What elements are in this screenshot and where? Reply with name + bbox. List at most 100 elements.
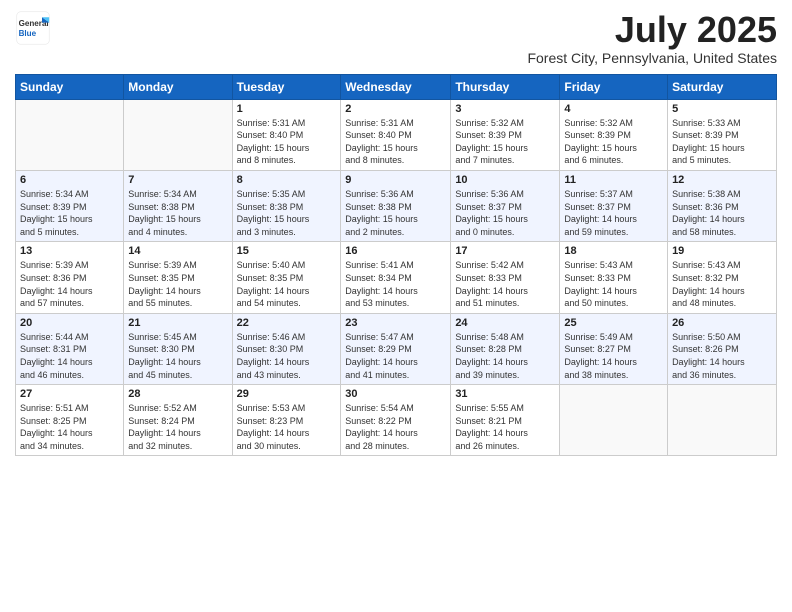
table-row: 3 Sunrise: 5:32 AM Sunset: 8:39 PM Daylig… — [451, 99, 560, 170]
table-row: 22 Sunrise: 5:46 AM Sunset: 8:30 PM Dayli… — [232, 313, 341, 384]
day-info: Sunrise: 5:48 AM Sunset: 8:28 PM Dayligh… — [455, 331, 555, 381]
header: General Blue July 2025 Forest City, Penn… — [15, 10, 777, 66]
day-info: Sunrise: 5:38 AM Sunset: 8:36 PM Dayligh… — [672, 188, 772, 238]
day-info: Sunrise: 5:55 AM Sunset: 8:21 PM Dayligh… — [455, 402, 555, 452]
table-row: 2 Sunrise: 5:31 AM Sunset: 8:40 PM Daylig… — [341, 99, 451, 170]
day-info: Sunrise: 5:53 AM Sunset: 8:23 PM Dayligh… — [237, 402, 337, 452]
table-row: 14Sunrise: 5:39 AM Sunset: 8:35 PM Dayli… — [124, 242, 232, 313]
day-number: 16 — [345, 245, 446, 257]
day-info: Sunrise: 5:32 AM Sunset: 8:39 PM Dayligh… — [564, 117, 663, 167]
day-number: 25 — [564, 317, 663, 329]
day-info: Sunrise: 5:43 AM Sunset: 8:32 PM Dayligh… — [672, 259, 772, 309]
day-info: Sunrise: 5:40 AM Sunset: 8:35 PM Dayligh… — [237, 259, 337, 309]
table-row — [560, 385, 668, 456]
day-info: Sunrise: 5:50 AM Sunset: 8:26 PM Dayligh… — [672, 331, 772, 381]
day-info: Sunrise: 5:49 AM Sunset: 8:27 PM Dayligh… — [564, 331, 663, 381]
table-row: 31 Sunrise: 5:55 AM Sunset: 8:21 PM Dayli… — [451, 385, 560, 456]
day-number: 29 — [237, 388, 337, 400]
logo-icon: General Blue — [15, 10, 51, 46]
day-info: Sunrise: 5:47 AM Sunset: 8:29 PM Dayligh… — [345, 331, 446, 381]
day-number: 11 — [564, 174, 663, 186]
day-info: Sunrise: 5:52 AM Sunset: 8:24 PM Dayligh… — [128, 402, 227, 452]
table-row: 28Sunrise: 5:52 AM Sunset: 8:24 PM Dayli… — [124, 385, 232, 456]
table-row: 27Sunrise: 5:51 AM Sunset: 8:25 PM Dayli… — [16, 385, 124, 456]
table-row: 13 Sunrise: 5:39 AM Sunset: 8:36 PM Dayli… — [16, 242, 124, 313]
day-info: Sunrise: 5:36 AM Sunset: 8:37 PM Dayligh… — [455, 188, 555, 238]
table-row: 8Sunrise: 5:35 AM Sunset: 8:38 PM Daylig… — [232, 170, 341, 241]
table-row — [16, 99, 124, 170]
day-info: Sunrise: 5:45 AM Sunset: 8:30 PM Dayligh… — [128, 331, 227, 381]
calendar-week-row: 6 Sunrise: 5:34 AM Sunset: 8:39 PM Daylig… — [16, 170, 777, 241]
day-number: 22 — [237, 317, 337, 329]
day-info: Sunrise: 5:44 AM Sunset: 8:31 PM Dayligh… — [20, 331, 119, 381]
calendar-week-row: 20 Sunrise: 5:44 AM Sunset: 8:31 PM Dayli… — [16, 313, 777, 384]
day-number: 31 — [455, 388, 555, 400]
table-row: 29 Sunrise: 5:53 AM Sunset: 8:23 PM Dayli… — [232, 385, 341, 456]
table-row: 21 Sunrise: 5:45 AM Sunset: 8:30 PM Dayli… — [124, 313, 232, 384]
day-info: Sunrise: 5:39 AM Sunset: 8:36 PM Dayligh… — [20, 259, 119, 309]
col-monday: Monday — [124, 74, 232, 99]
day-info: Sunrise: 5:31 AM Sunset: 8:40 PM Dayligh… — [237, 117, 337, 167]
day-number: 4 — [564, 103, 663, 115]
day-number: 24 — [455, 317, 555, 329]
table-row: 17Sunrise: 5:42 AM Sunset: 8:33 PM Dayli… — [451, 242, 560, 313]
table-row: 16 Sunrise: 5:41 AM Sunset: 8:34 PM Dayli… — [341, 242, 451, 313]
table-row: 23 Sunrise: 5:47 AM Sunset: 8:29 PM Dayli… — [341, 313, 451, 384]
day-number: 26 — [672, 317, 772, 329]
col-wednesday: Wednesday — [341, 74, 451, 99]
table-row: 24 Sunrise: 5:48 AM Sunset: 8:28 PM Dayli… — [451, 313, 560, 384]
day-number: 5 — [672, 103, 772, 115]
day-info: Sunrise: 5:43 AM Sunset: 8:33 PM Dayligh… — [564, 259, 663, 309]
day-info: Sunrise: 5:36 AM Sunset: 8:38 PM Dayligh… — [345, 188, 446, 238]
table-row: 10 Sunrise: 5:36 AM Sunset: 8:37 PM Dayli… — [451, 170, 560, 241]
day-number: 6 — [20, 174, 119, 186]
day-number: 1 — [237, 103, 337, 115]
table-row: 15 Sunrise: 5:40 AM Sunset: 8:35 PM Dayli… — [232, 242, 341, 313]
day-info: Sunrise: 5:31 AM Sunset: 8:40 PM Dayligh… — [345, 117, 446, 167]
table-row: 12 Sunrise: 5:38 AM Sunset: 8:36 PM Dayli… — [668, 170, 777, 241]
day-number: 3 — [455, 103, 555, 115]
day-info: Sunrise: 5:32 AM Sunset: 8:39 PM Dayligh… — [455, 117, 555, 167]
col-saturday: Saturday — [668, 74, 777, 99]
col-thursday: Thursday — [451, 74, 560, 99]
title-block: July 2025 Forest City, Pennsylvania, Uni… — [527, 10, 777, 66]
day-info: Sunrise: 5:54 AM Sunset: 8:22 PM Dayligh… — [345, 402, 446, 452]
table-row: 6 Sunrise: 5:34 AM Sunset: 8:39 PM Daylig… — [16, 170, 124, 241]
calendar-table: Sunday Monday Tuesday Wednesday Thursday… — [15, 74, 777, 457]
svg-text:Blue: Blue — [19, 29, 37, 38]
table-row: 20 Sunrise: 5:44 AM Sunset: 8:31 PM Dayli… — [16, 313, 124, 384]
calendar-header-row: Sunday Monday Tuesday Wednesday Thursday… — [16, 74, 777, 99]
day-number: 8 — [237, 174, 337, 186]
day-info: Sunrise: 5:39 AM Sunset: 8:35 PM Dayligh… — [128, 259, 227, 309]
day-number: 10 — [455, 174, 555, 186]
day-number: 13 — [20, 245, 119, 257]
month-title: July 2025 — [527, 10, 777, 50]
table-row — [668, 385, 777, 456]
location-title: Forest City, Pennsylvania, United States — [527, 50, 777, 66]
day-number: 9 — [345, 174, 446, 186]
table-row: 4 Sunrise: 5:32 AM Sunset: 8:39 PM Daylig… — [560, 99, 668, 170]
day-number: 18 — [564, 245, 663, 257]
day-number: 21 — [128, 317, 227, 329]
day-info: Sunrise: 5:46 AM Sunset: 8:30 PM Dayligh… — [237, 331, 337, 381]
day-number: 2 — [345, 103, 446, 115]
day-number: 20 — [20, 317, 119, 329]
table-row: 5Sunrise: 5:33 AM Sunset: 8:39 PM Daylig… — [668, 99, 777, 170]
day-number: 7 — [128, 174, 227, 186]
table-row: 30 Sunrise: 5:54 AM Sunset: 8:22 PM Dayli… — [341, 385, 451, 456]
day-info: Sunrise: 5:41 AM Sunset: 8:34 PM Dayligh… — [345, 259, 446, 309]
day-number: 15 — [237, 245, 337, 257]
day-number: 30 — [345, 388, 446, 400]
table-row: 18 Sunrise: 5:43 AM Sunset: 8:33 PM Dayli… — [560, 242, 668, 313]
day-info: Sunrise: 5:42 AM Sunset: 8:33 PM Dayligh… — [455, 259, 555, 309]
day-number: 12 — [672, 174, 772, 186]
day-info: Sunrise: 5:34 AM Sunset: 8:39 PM Dayligh… — [20, 188, 119, 238]
calendar-week-row: 13 Sunrise: 5:39 AM Sunset: 8:36 PM Dayli… — [16, 242, 777, 313]
day-info: Sunrise: 5:34 AM Sunset: 8:38 PM Dayligh… — [128, 188, 227, 238]
col-sunday: Sunday — [16, 74, 124, 99]
calendar-week-row: 1 Sunrise: 5:31 AM Sunset: 8:40 PM Daylig… — [16, 99, 777, 170]
day-number: 23 — [345, 317, 446, 329]
table-row: 19Sunrise: 5:43 AM Sunset: 8:32 PM Dayli… — [668, 242, 777, 313]
calendar-week-row: 27Sunrise: 5:51 AM Sunset: 8:25 PM Dayli… — [16, 385, 777, 456]
table-row — [124, 99, 232, 170]
